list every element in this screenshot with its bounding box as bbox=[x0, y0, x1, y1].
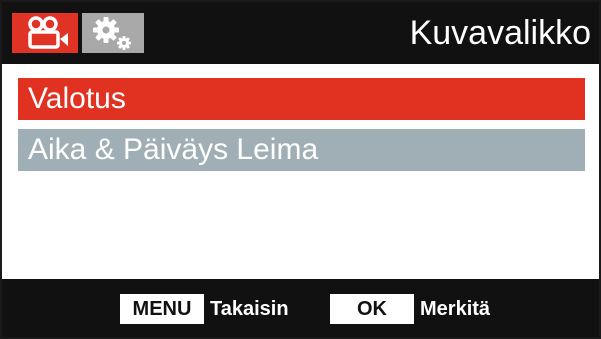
menu-key-action: Takaisin bbox=[210, 298, 289, 320]
header-bar: Kuvavalikko bbox=[2, 2, 599, 64]
ok-key-action: Merkitä bbox=[420, 298, 491, 320]
menu-item-exposure[interactable]: Valotus bbox=[18, 78, 585, 120]
tab-settings[interactable] bbox=[82, 13, 144, 53]
ok-key-hint: OK bbox=[330, 294, 414, 324]
tab-video[interactable] bbox=[12, 13, 78, 53]
dashcam-menu-screen: Kuvavalikko Valotus Aika & Päiväys Leima… bbox=[0, 0, 601, 339]
menu-title: Kuvavalikko bbox=[409, 14, 591, 52]
menu-key-hint: MENU bbox=[120, 294, 204, 324]
menu-item-date-time-stamp[interactable]: Aika & Päiväys Leima bbox=[18, 129, 585, 171]
footer-bar: MENU Takaisin OK Merkitä bbox=[2, 279, 599, 337]
